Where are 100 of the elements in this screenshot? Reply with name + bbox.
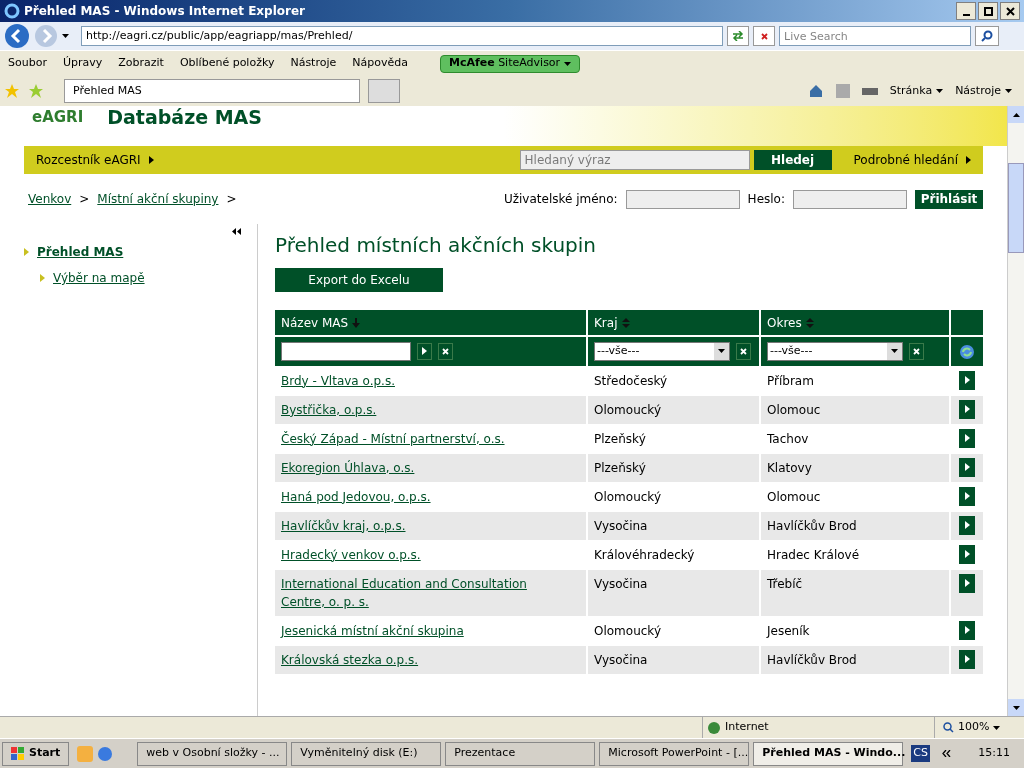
detail-button[interactable] bbox=[959, 649, 975, 669]
password-field[interactable] bbox=[793, 189, 907, 209]
detail-button[interactable] bbox=[959, 486, 975, 506]
column-header[interactable]: Okres bbox=[760, 310, 950, 336]
column-header[interactable]: Název MAS bbox=[275, 310, 587, 336]
maximize-icon bbox=[983, 6, 993, 16]
clock: 15:11 bbox=[978, 745, 1011, 762]
minimize-button[interactable] bbox=[956, 2, 976, 20]
caret-right-icon bbox=[964, 550, 970, 558]
detail-button[interactable] bbox=[959, 457, 975, 477]
scroll-thumb[interactable] bbox=[1008, 163, 1024, 253]
collapse-icon[interactable] bbox=[232, 228, 241, 235]
search-field[interactable]: Live Search bbox=[779, 26, 971, 46]
refresh-icon bbox=[732, 31, 744, 41]
page-heading: Přehled místních akčních skupin bbox=[275, 232, 598, 259]
menu-item[interactable]: Soubor bbox=[8, 55, 47, 72]
clear-filter-button[interactable] bbox=[438, 342, 453, 360]
nav-link[interactable]: Podrobné hledání bbox=[841, 151, 983, 169]
caret-down-icon bbox=[564, 61, 572, 66]
caret-down-icon[interactable] bbox=[62, 34, 69, 38]
detail-button[interactable] bbox=[959, 515, 975, 535]
detail-button[interactable] bbox=[959, 573, 975, 593]
mas-link[interactable]: Brdy - Vltava o.p.s. bbox=[281, 371, 551, 390]
search-button[interactable] bbox=[975, 26, 999, 46]
taskbar-button[interactable]: Microsoft PowerPoint - [... bbox=[599, 741, 750, 766]
username-field[interactable] bbox=[625, 189, 740, 209]
taskbar-button[interactable]: Prezentace bbox=[445, 741, 596, 766]
home-icon[interactable] bbox=[807, 83, 824, 99]
scrollbar[interactable] bbox=[1007, 106, 1024, 716]
breadcrumb-link[interactable]: Venkov bbox=[28, 190, 72, 208]
detail-button[interactable] bbox=[959, 428, 975, 448]
caret-right-icon bbox=[964, 434, 970, 442]
breadcrumb-link[interactable]: Místní akční skupiny bbox=[97, 190, 219, 208]
stop-button[interactable] bbox=[753, 26, 775, 46]
caret-right-icon bbox=[964, 626, 970, 634]
chevron-left-icon[interactable] bbox=[941, 750, 951, 757]
filter-select[interactable]: ---vše--- bbox=[594, 341, 730, 361]
caret-down-icon bbox=[993, 725, 1001, 730]
detail-button[interactable] bbox=[959, 544, 975, 564]
detail-button[interactable] bbox=[959, 620, 975, 640]
caret-right-icon bbox=[964, 521, 970, 529]
taskbar-button[interactable]: Přehled MAS - Windo... bbox=[753, 741, 904, 766]
maximize-button[interactable] bbox=[978, 2, 998, 20]
caret-right-icon bbox=[964, 376, 970, 384]
menu-item[interactable]: Oblíbené položky bbox=[179, 55, 275, 72]
site-logo: eAGRI bbox=[32, 107, 84, 128]
menu-item[interactable]: Zobrazit bbox=[118, 55, 164, 72]
mas-link[interactable]: Haná pod Jedovou, o.p.s. bbox=[281, 487, 551, 506]
login-button[interactable]: Přihlásit bbox=[915, 189, 983, 209]
windows-logo-icon bbox=[11, 746, 25, 761]
filter-field[interactable] bbox=[281, 341, 411, 361]
close-icon bbox=[913, 347, 920, 355]
scroll-up-icon[interactable] bbox=[1012, 112, 1020, 117]
back-icon[interactable] bbox=[4, 23, 30, 49]
site-search-field[interactable]: Hledaný výraz bbox=[519, 150, 750, 170]
menu-item[interactable]: Nástroje bbox=[290, 55, 337, 72]
sidebar-item[interactable]: Přehled MAS bbox=[37, 243, 124, 261]
refresh-button[interactable] bbox=[727, 26, 749, 46]
globe-icon bbox=[707, 720, 721, 735]
close-button[interactable] bbox=[1000, 2, 1020, 20]
close-icon bbox=[760, 32, 768, 40]
detail-button[interactable] bbox=[959, 399, 975, 419]
taskbar-button[interactable]: web v Osobní složky - ... bbox=[137, 741, 288, 766]
detail-button[interactable] bbox=[959, 370, 975, 390]
star-icon[interactable] bbox=[4, 83, 20, 99]
menu-item[interactable]: Nápověda bbox=[352, 55, 408, 72]
start-button[interactable]: Start bbox=[2, 741, 70, 766]
table-cell: Olomouc bbox=[760, 395, 950, 424]
menu-item[interactable]: Úpravy bbox=[62, 55, 103, 72]
nav-link[interactable]: Rozcestník eAGRI bbox=[24, 151, 166, 169]
bullet-icon bbox=[40, 274, 45, 282]
caret-right-icon bbox=[964, 492, 970, 500]
mas-link[interactable]: Jesenická místní akční skupina bbox=[281, 621, 551, 640]
siteadvisor-button[interactable]: McAfee SiteAdvisor bbox=[439, 54, 581, 73]
search-submit-button[interactable]: Hledej bbox=[753, 150, 832, 170]
caret-right-icon bbox=[964, 463, 970, 471]
clear-filter-button[interactable] bbox=[736, 342, 751, 360]
minimize-icon bbox=[962, 14, 970, 16]
caret-down-icon bbox=[936, 89, 944, 93]
toolbar-menu[interactable]: Stránka bbox=[889, 82, 944, 100]
browser-tab[interactable]: Přehled MAS bbox=[64, 79, 360, 103]
mas-link[interactable]: Hradecký venkov o.p.s. bbox=[281, 545, 551, 564]
language-indicator[interactable]: CS bbox=[911, 745, 930, 762]
apply-filter-button[interactable] bbox=[417, 342, 432, 360]
taskbar-button[interactable]: Vyměnitelný disk (E:) bbox=[291, 741, 442, 766]
dropdown-icon bbox=[891, 349, 898, 354]
mas-link[interactable]: Český Západ - Místní partnerství, o.s. bbox=[281, 429, 551, 448]
refresh-icon[interactable] bbox=[959, 343, 975, 360]
username-label: Uživatelské jméno: bbox=[503, 191, 618, 208]
column-header[interactable]: Kraj bbox=[587, 310, 760, 336]
export-button[interactable]: Export do Excelu bbox=[275, 268, 443, 292]
scroll-down-icon[interactable] bbox=[1012, 705, 1020, 710]
toolbar-menu[interactable]: Nástroje bbox=[955, 82, 1012, 100]
zoom-icon bbox=[943, 722, 954, 733]
sidebar-item[interactable]: Výběr na mapě bbox=[53, 269, 145, 287]
clear-filter-button[interactable] bbox=[909, 342, 924, 360]
filter-select[interactable]: ---vše--- bbox=[767, 341, 903, 361]
caret-right-icon bbox=[964, 579, 970, 587]
address-field[interactable]: http://eagri.cz/public/app/eagriapp/mas/Prehled/ bbox=[81, 26, 723, 46]
table-cell: Třebíč bbox=[760, 569, 950, 616]
